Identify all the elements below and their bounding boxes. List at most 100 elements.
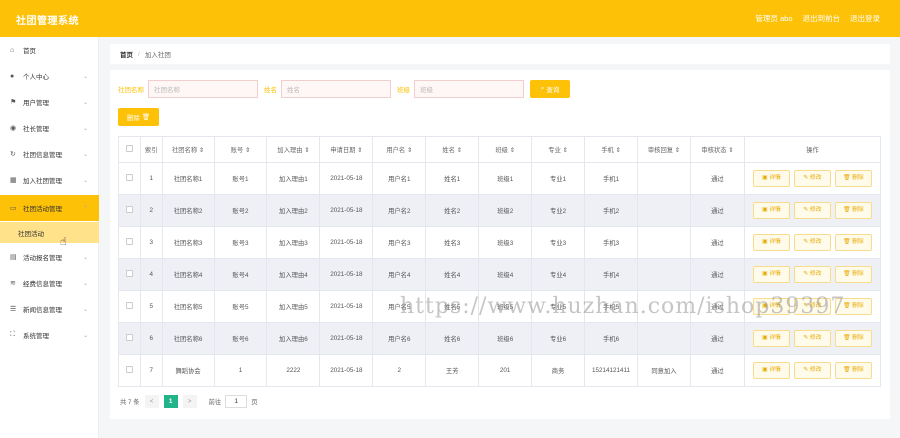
- table-cell: 通过: [689, 322, 745, 355]
- logout-link[interactable]: 退出登录: [850, 13, 880, 24]
- row-checkbox[interactable]: [118, 258, 141, 291]
- prev-page-button[interactable]: <: [144, 395, 159, 408]
- table-cell: 姓名6: [425, 322, 480, 355]
- col-major[interactable]: 专业 ⇕: [531, 136, 586, 163]
- row-checkbox[interactable]: [118, 322, 141, 355]
- table-row: 3 社团名称3 账号3 加入理由3 2021-05-18 用户名3 姓名3 班级3 专业3 手机3…: [118, 226, 882, 259]
- detail-button[interactable]: ▣ 详情: [752, 330, 790, 347]
- edit-button[interactable]: ✎ 修改: [793, 170, 831, 187]
- col-reason[interactable]: 加入理由 ⇕: [266, 136, 321, 163]
- chevron-down-icon: ⌄: [82, 177, 88, 184]
- grid-icon: ▦: [10, 177, 17, 184]
- table-cell: 6: [139, 322, 163, 355]
- table-cell: 社团名称2: [161, 194, 215, 227]
- col-account[interactable]: 账号 ⇕: [213, 136, 268, 163]
- edit-button[interactable]: ✎ 修改: [793, 362, 831, 379]
- col-reply[interactable]: 审核回复 ⇕: [637, 136, 691, 163]
- col-status[interactable]: 审核状态 ⇕: [689, 136, 745, 163]
- table-cell: 4: [139, 258, 163, 291]
- table-cell: 1: [213, 354, 268, 387]
- table-cell: 账号5: [213, 290, 268, 323]
- sort-icon: ⇕: [456, 147, 463, 154]
- delete-button[interactable]: 🗑 删除: [834, 362, 872, 379]
- table-cell: 社团名称6: [161, 322, 215, 355]
- class-input[interactable]: 班级: [414, 80, 524, 98]
- table-cell: 3: [139, 226, 163, 259]
- table-cell: 1: [139, 162, 163, 195]
- delete-button[interactable]: 🗑 删除: [834, 202, 872, 219]
- table-cell: 班级1: [478, 162, 533, 195]
- club-name-input[interactable]: 社团名称: [148, 80, 258, 98]
- table-cell: 社团名称3: [161, 226, 215, 259]
- col-class[interactable]: 班级 ⇕: [478, 136, 533, 163]
- detail-button[interactable]: ▣ 详情: [752, 170, 790, 187]
- detail-button[interactable]: ▣ 详情: [752, 266, 790, 283]
- row-checkbox[interactable]: [118, 290, 141, 323]
- table-cell: 社团名称4: [161, 258, 215, 291]
- detail-button[interactable]: ▣ 详情: [752, 234, 790, 251]
- table-row: 4 社团名称4 账号4 加入理由4 2021-05-18 用户名4 姓名4 班级4 专业4 手机4…: [118, 258, 882, 291]
- table-cell: [637, 162, 691, 195]
- delete-button[interactable]: 🗑 删除: [834, 330, 872, 347]
- chevron-down-icon: ⌄: [82, 306, 88, 313]
- row-checkbox[interactable]: [118, 226, 141, 259]
- sidebar-item-users[interactable]: ⚑ 用户管理 ⌄: [0, 89, 99, 115]
- expand-icon: ⛶: [10, 331, 15, 338]
- chevron-down-icon: ⌄: [82, 73, 88, 80]
- detail-button[interactable]: ▣ 详情: [752, 362, 790, 379]
- class-label: 班级: [397, 87, 410, 94]
- delete-button[interactable]: 🗑 删除: [834, 234, 872, 251]
- page-number[interactable]: 1: [163, 395, 178, 408]
- detail-button[interactable]: ▣ 详情: [752, 202, 790, 219]
- sidebar-item-club-info[interactable]: ↻ 社团信息管理 ⌄: [0, 141, 99, 167]
- table-cell: 姓名3: [425, 226, 480, 259]
- sidebar-item-news[interactable]: ☰ 新闻信息管理 ⌄: [0, 296, 99, 322]
- sidebar-subitem-activities[interactable]: 社团活动: [0, 222, 99, 243]
- col-club-name[interactable]: 社团名称 ⇕: [161, 136, 215, 163]
- breadcrumb-separator: /: [138, 50, 140, 58]
- sidebar-item-join-club[interactable]: ▦ 加入社团管理 ⌄: [0, 167, 99, 193]
- breadcrumb-home[interactable]: 首页: [120, 49, 133, 59]
- delete-button[interactable]: 🗑 删除: [834, 266, 872, 283]
- table-cell: 2021-05-18: [319, 162, 374, 195]
- batch-delete-button[interactable]: 删除 🗑: [118, 108, 159, 126]
- admin-label: 管理员 abo: [755, 14, 793, 23]
- table-cell: 加入理由4: [266, 258, 321, 291]
- sidebar-item-funding[interactable]: ≋ 经费信息管理 ⌄: [0, 270, 99, 296]
- sidebar-item-profile[interactable]: ● 个人中心 ⌄: [0, 63, 99, 89]
- col-name[interactable]: 姓名 ⇕: [425, 136, 480, 163]
- col-username[interactable]: 用户名 ⇕: [372, 136, 427, 163]
- name-input[interactable]: 姓名: [281, 80, 391, 98]
- row-checkbox[interactable]: [118, 162, 141, 195]
- club-name-label: 社团名称: [118, 87, 144, 94]
- sidebar: ⌂ 首页 ● 个人中心 ⌄ ⚑ 用户管理 ⌄ ◉ 社长管理 ⌄ ↻ 社团信息管理 ⌄ ▦ 加入社团管…: [0, 37, 99, 438]
- sort-icon: ⇕: [728, 147, 734, 154]
- col-date[interactable]: 申请日期 ⇕: [319, 136, 374, 163]
- home-icon: ⌂: [10, 46, 15, 54]
- sidebar-item-registrations[interactable]: ▤ 活动报名管理 ⌄: [0, 244, 99, 270]
- col-phone[interactable]: 手机 ⇕: [584, 136, 638, 163]
- edit-button[interactable]: ✎ 修改: [793, 330, 831, 347]
- next-page-button[interactable]: >: [182, 395, 197, 408]
- search-form: 社团名称 社团名称 姓名 姓名 班级 班级 ⌕ 查询: [118, 79, 570, 99]
- row-checkbox[interactable]: [118, 354, 141, 387]
- table-cell: 通过: [689, 226, 745, 259]
- row-actions: ▣ 详情 ✎ 修改 🗑 删除: [743, 162, 882, 195]
- table-row: 1 社团名称1 账号1 加入理由1 2021-05-18 用户名1 姓名1 班级1 专业1 手机1…: [118, 162, 882, 195]
- table-cell: 加入理由2: [266, 194, 321, 227]
- search-button[interactable]: ⌕ 查询: [530, 80, 570, 98]
- sort-icon: ⇕: [615, 147, 621, 154]
- delete-button[interactable]: 🗑 删除: [834, 170, 872, 187]
- row-checkbox[interactable]: [118, 194, 141, 227]
- edit-button[interactable]: ✎ 修改: [793, 202, 831, 219]
- table-cell: 用户名3: [372, 226, 427, 259]
- select-all-checkbox[interactable]: [118, 136, 141, 163]
- edit-button[interactable]: ✎ 修改: [793, 234, 831, 251]
- sidebar-item-presidents[interactable]: ◉ 社长管理 ⌄: [0, 115, 99, 141]
- sidebar-item-home[interactable]: ⌂ 首页: [0, 37, 99, 63]
- sidebar-item-system[interactable]: ⛶ 系统管理 ⌄: [0, 322, 99, 348]
- sidebar-item-club-activities[interactable]: ▭ 社团活动管理 ⌃: [0, 195, 99, 221]
- back-to-front-link[interactable]: 退出到前台: [803, 13, 841, 24]
- edit-button[interactable]: ✎ 修改: [793, 266, 831, 283]
- goto-page-input[interactable]: 1: [225, 395, 248, 408]
